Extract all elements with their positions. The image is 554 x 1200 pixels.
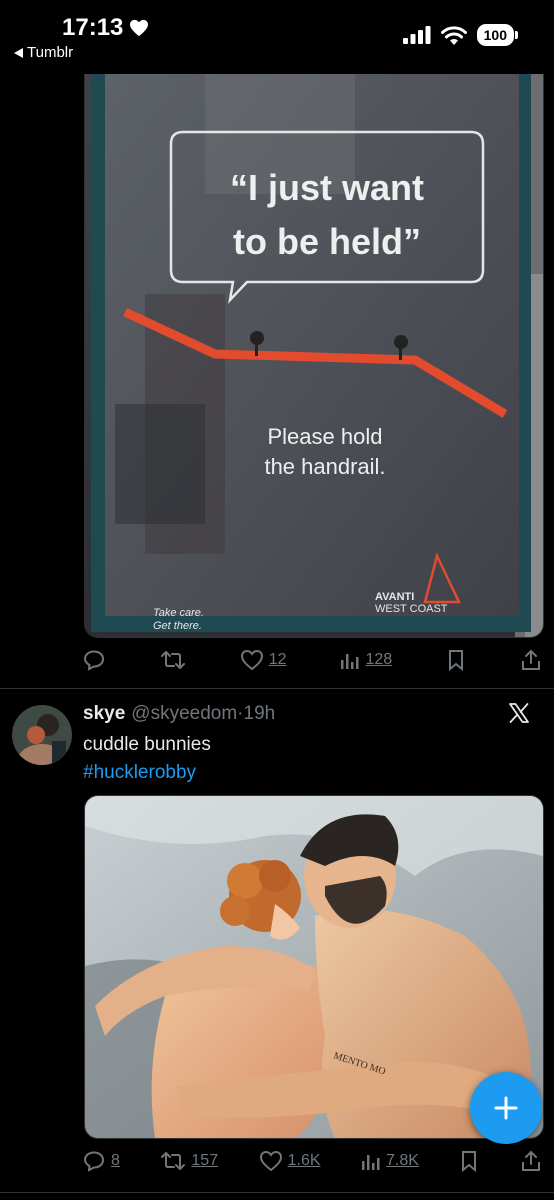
views-button[interactable]: 7.8K <box>361 1151 419 1171</box>
views-button[interactable]: 128 <box>340 650 392 670</box>
author-handle[interactable]: @skyeedom <box>131 703 237 725</box>
hashtag-link[interactable]: #hucklerobby <box>83 759 211 787</box>
back-triangle-icon <box>14 47 23 58</box>
painting-illustration: MENTO MO <box>85 796 543 1138</box>
tweet-text: cuddle bunnies #hucklerobby <box>83 731 211 787</box>
share-icon <box>521 649 540 670</box>
reply-icon <box>83 650 105 671</box>
post-divider <box>0 688 554 689</box>
poster-brand-line1: AVANTI <box>375 591 414 603</box>
clock-time: 17:13 <box>62 14 124 41</box>
tweet-time[interactable]: 19h <box>244 703 276 725</box>
repost-count: 157 <box>191 1152 219 1169</box>
views-count: 128 <box>365 651 393 668</box>
share-button[interactable] <box>520 1150 542 1172</box>
repost-icon <box>161 1152 186 1170</box>
repost-button[interactable]: 157 <box>160 1149 218 1173</box>
views-icon <box>341 654 359 669</box>
heart-icon <box>259 1150 282 1172</box>
bookmark-icon <box>449 650 464 671</box>
author-name[interactable]: skye <box>83 703 125 725</box>
poster-quote-line2: to be held” <box>233 221 421 262</box>
bookmark-button[interactable] <box>459 1150 479 1172</box>
poster-tagline-line1: Take care. <box>153 607 204 619</box>
battery-indicator: 100 <box>476 24 519 46</box>
share-icon <box>521 1150 540 1171</box>
back-to-app-button[interactable]: Tumblr <box>14 44 73 61</box>
reply-count: 8 <box>111 1152 120 1169</box>
bookmark-button[interactable] <box>446 649 466 671</box>
repost-button[interactable] <box>160 648 186 672</box>
poster-illustration: “I just want to be held” Please hold the… <box>85 74 543 637</box>
views-count: 7.8K <box>386 1152 419 1169</box>
poster-message-line2: the handrail. <box>264 454 385 479</box>
post-image-poster[interactable]: “I just want to be held” Please hold the… <box>84 74 544 638</box>
wifi-icon <box>440 25 467 45</box>
reply-button[interactable] <box>82 648 106 672</box>
tweet-header: skye @skyeedom · 19h <box>83 703 275 725</box>
heart-status-icon <box>130 19 149 37</box>
poster-message-line1: Please hold <box>268 424 383 449</box>
share-button[interactable] <box>520 649 542 671</box>
bookmark-icon <box>462 1151 477 1172</box>
like-button[interactable]: 12 <box>240 649 287 671</box>
poster-tagline-line2: Get there. <box>153 620 202 632</box>
like-count: 1.6K <box>287 1152 321 1169</box>
post2-action-bar: 8 157 1.6K 7.8K <box>82 1146 542 1176</box>
like-count: 12 <box>268 651 287 668</box>
status-bar: 17:13 Tumblr 100 <box>0 0 554 70</box>
avatar[interactable] <box>12 705 72 765</box>
post1-action-bar: 12 128 <box>82 645 542 675</box>
tweet-body: cuddle bunnies <box>83 734 211 755</box>
reply-icon <box>83 1151 105 1172</box>
back-app-label: Tumblr <box>27 44 74 61</box>
views-icon <box>362 1155 380 1170</box>
repost-icon <box>160 651 185 669</box>
system-icons: 100 <box>402 24 519 46</box>
post-divider <box>0 1192 554 1193</box>
poster-brand-line2: WEST COAST <box>375 603 448 615</box>
heart-icon <box>240 649 263 671</box>
like-button[interactable]: 1.6K <box>259 1150 321 1172</box>
poster-quote-line1: “I just want <box>230 167 424 208</box>
clock: 17:13 <box>62 14 149 42</box>
x-logo-icon[interactable] <box>508 702 530 724</box>
compose-fab-button[interactable] <box>470 1072 542 1144</box>
reply-button[interactable]: 8 <box>82 1149 120 1173</box>
cellular-signal-icon <box>402 26 431 44</box>
plus-icon <box>494 1096 518 1120</box>
